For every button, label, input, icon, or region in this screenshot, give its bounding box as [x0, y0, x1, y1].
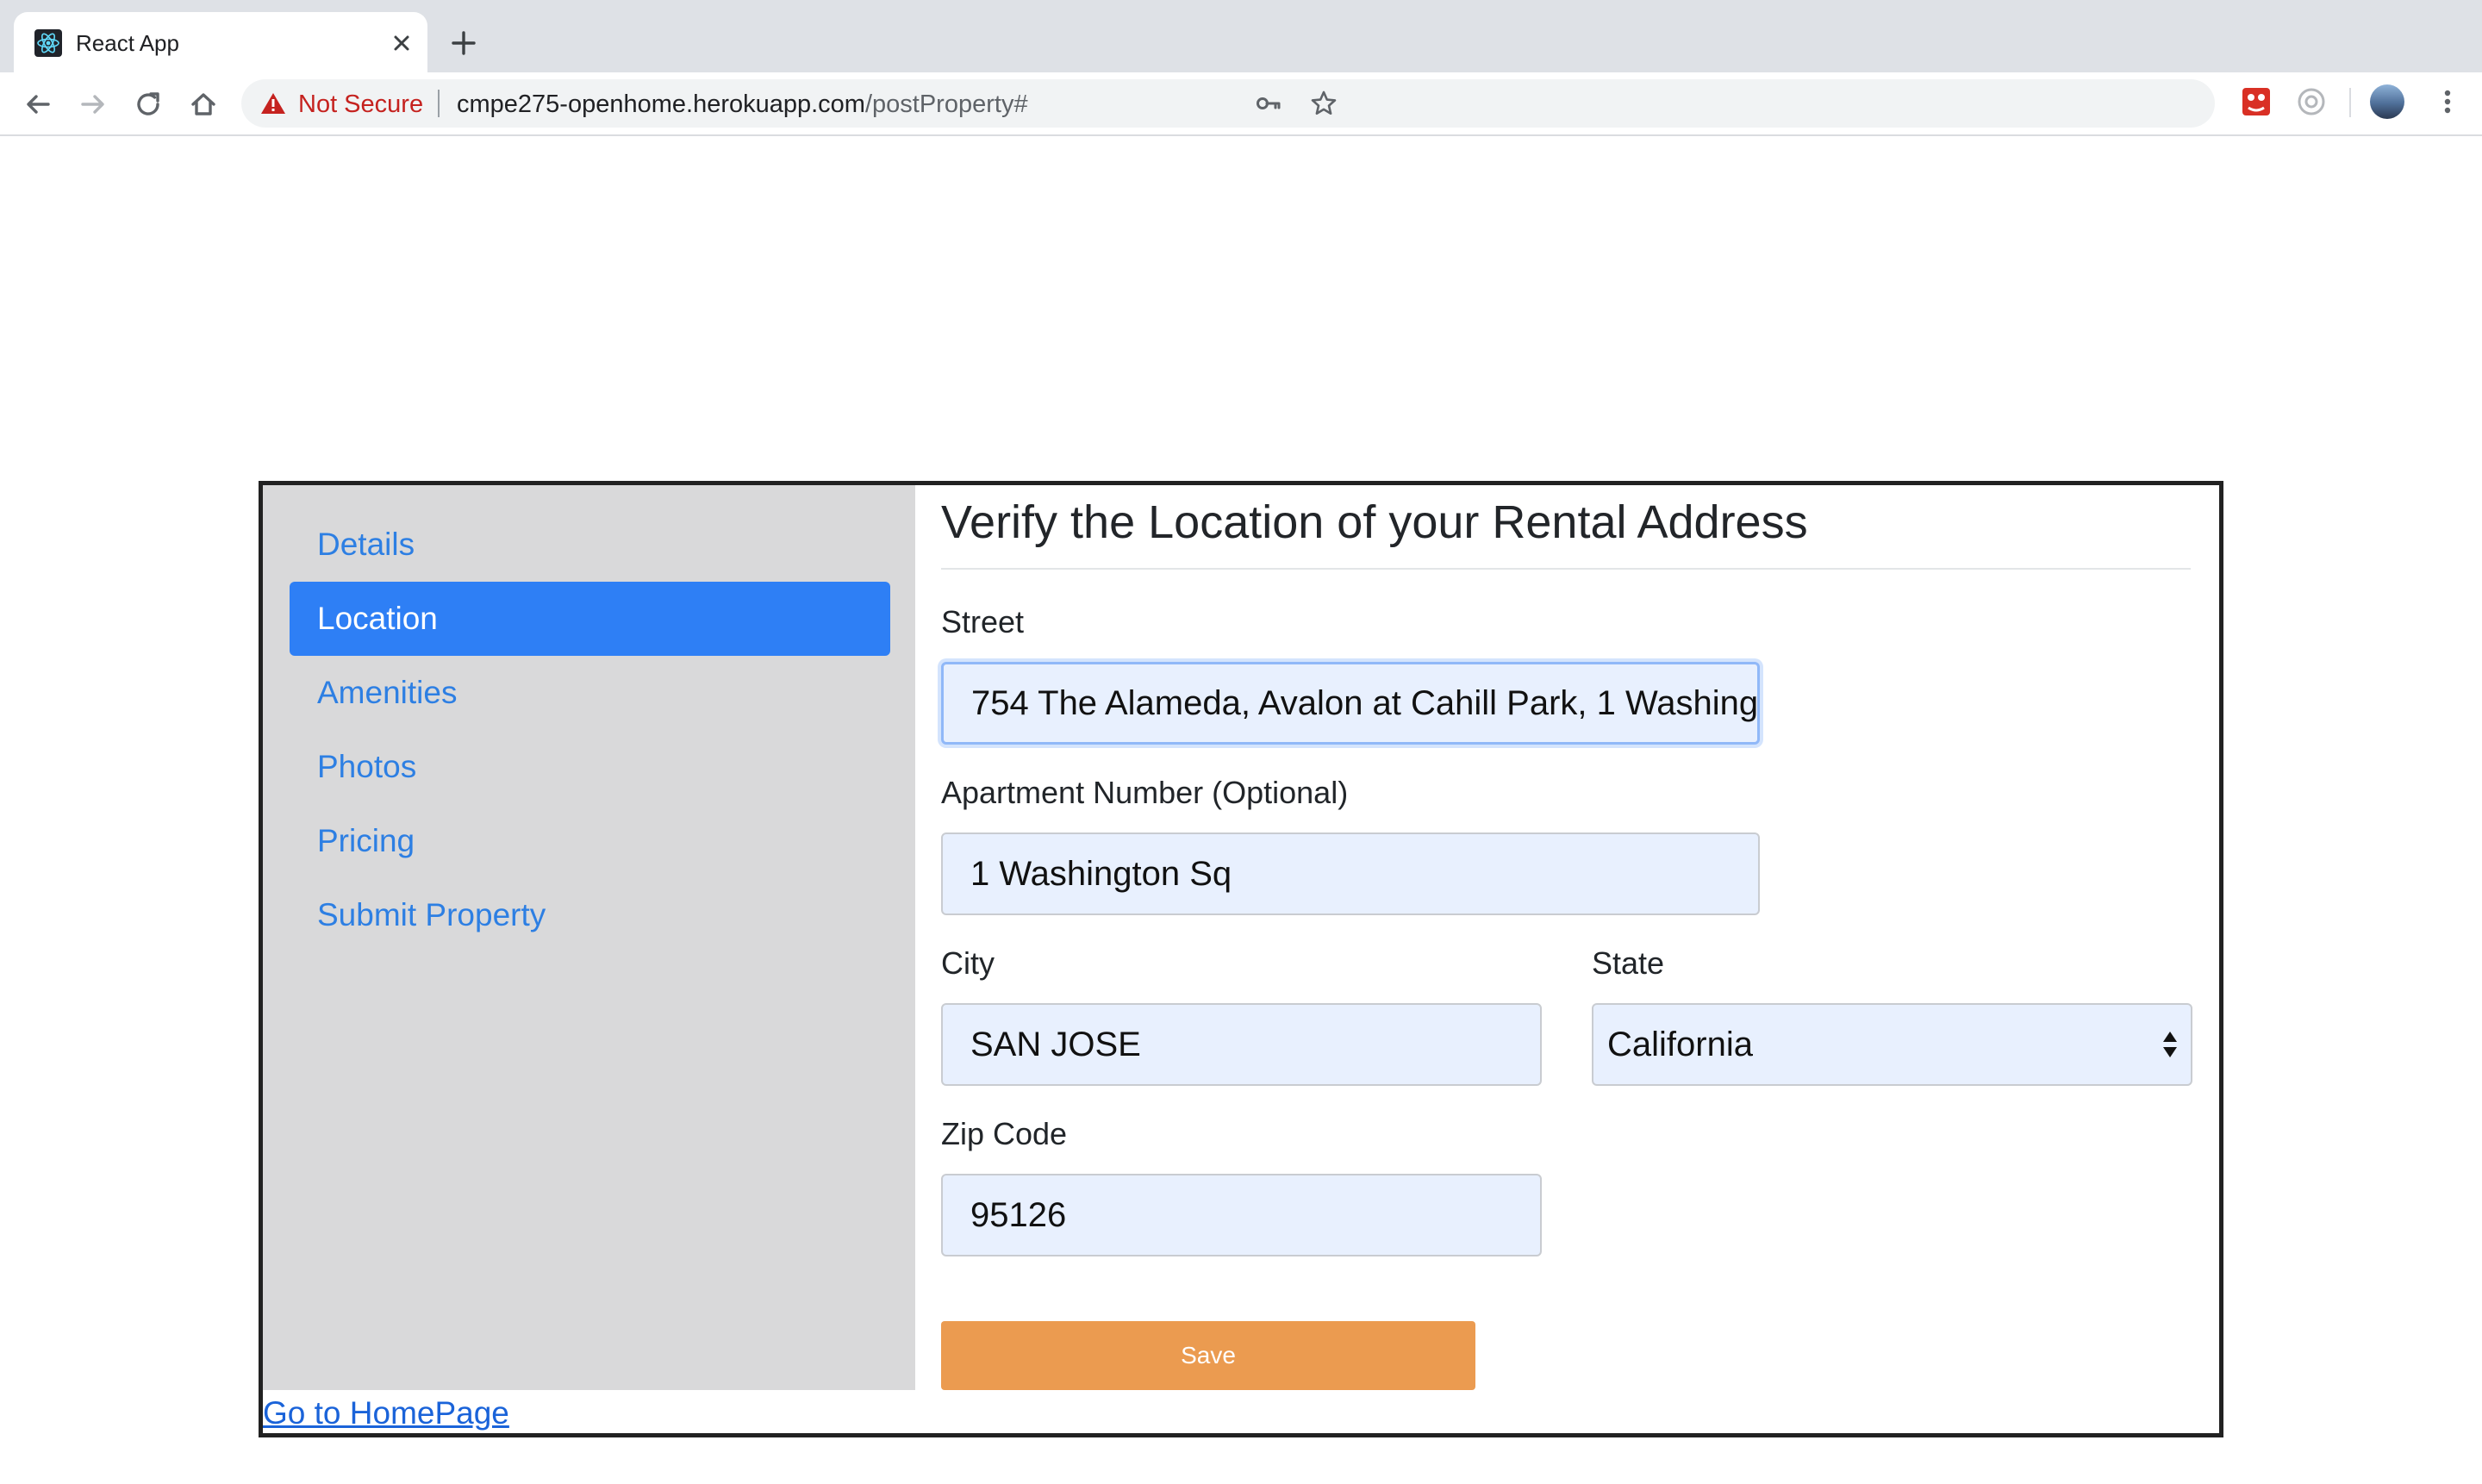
- profile-avatar[interactable]: [2370, 84, 2404, 119]
- city-label: City: [941, 945, 995, 981]
- url-path: /postProperty#: [864, 90, 1028, 118]
- post-property-panel: Details Location Amenities Photos Pricin…: [259, 481, 2223, 1437]
- extension-red-icon[interactable]: [2239, 84, 2273, 119]
- toolbar-divider: [2349, 88, 2351, 117]
- new-tab-icon[interactable]: [446, 26, 481, 60]
- sidebar-item-pricing[interactable]: Pricing: [290, 804, 890, 878]
- sidebar-item-submit-property[interactable]: Submit Property: [290, 878, 890, 952]
- more-menu-icon[interactable]: [2430, 84, 2465, 119]
- sidebar-item-photos[interactable]: Photos: [290, 730, 890, 804]
- street-label: Street: [941, 604, 1025, 639]
- sidebar-item-location[interactable]: Location: [290, 582, 890, 656]
- forward-arrow-icon[interactable]: [76, 87, 110, 122]
- browser-tab[interactable]: React App: [14, 12, 427, 72]
- state-label: State: [1592, 945, 1665, 981]
- url-separator: [438, 90, 440, 117]
- browser-toolbar: Not Secure cmpe275-openhome.herokuapp.co…: [0, 72, 2482, 136]
- security-label[interactable]: Not Secure: [298, 90, 423, 119]
- warning-icon: [261, 93, 285, 114]
- extension-grey-icon[interactable]: [2294, 84, 2329, 119]
- save-button[interactable]: Save: [941, 1321, 1475, 1390]
- apartment-input[interactable]: [941, 832, 1760, 915]
- close-icon[interactable]: [386, 28, 417, 59]
- state-select[interactable]: California: [1592, 1003, 2192, 1086]
- home-page-link[interactable]: Go to HomePage: [263, 1392, 509, 1435]
- bookmark-star-icon[interactable]: [1310, 90, 1338, 117]
- property-steps-sidebar: Details Location Amenities Photos Pricin…: [263, 485, 915, 1390]
- reload-icon[interactable]: [131, 87, 165, 122]
- sidebar-item-details[interactable]: Details: [290, 508, 890, 582]
- url-text[interactable]: cmpe275-openhome.herokuapp.com/postPrope…: [457, 90, 1028, 119]
- street-input[interactable]: [941, 662, 1760, 745]
- select-arrows-icon: [2163, 1032, 2177, 1057]
- title-divider: [941, 568, 2191, 570]
- key-icon[interactable]: [1255, 90, 1282, 117]
- url-host: cmpe275-openhome.herokuapp.com: [457, 90, 865, 118]
- browser-tabstrip: React App: [0, 0, 2482, 72]
- city-input[interactable]: [941, 1003, 1542, 1086]
- back-arrow-icon[interactable]: [21, 87, 55, 122]
- sidebar-item-amenities[interactable]: Amenities: [290, 656, 890, 730]
- react-logo-icon: [34, 29, 62, 57]
- state-selected-value: California: [1607, 1026, 1753, 1063]
- zip-label: Zip Code: [941, 1116, 1068, 1151]
- address-bar[interactable]: Not Secure cmpe275-openhome.herokuapp.co…: [241, 79, 2215, 128]
- tab-title: React App: [76, 30, 179, 56]
- page-title: Verify the Location of your Rental Addre…: [941, 496, 1808, 548]
- zip-input[interactable]: [941, 1174, 1542, 1256]
- home-icon[interactable]: [186, 87, 221, 122]
- apartment-label: Apartment Number (Optional): [941, 775, 1349, 810]
